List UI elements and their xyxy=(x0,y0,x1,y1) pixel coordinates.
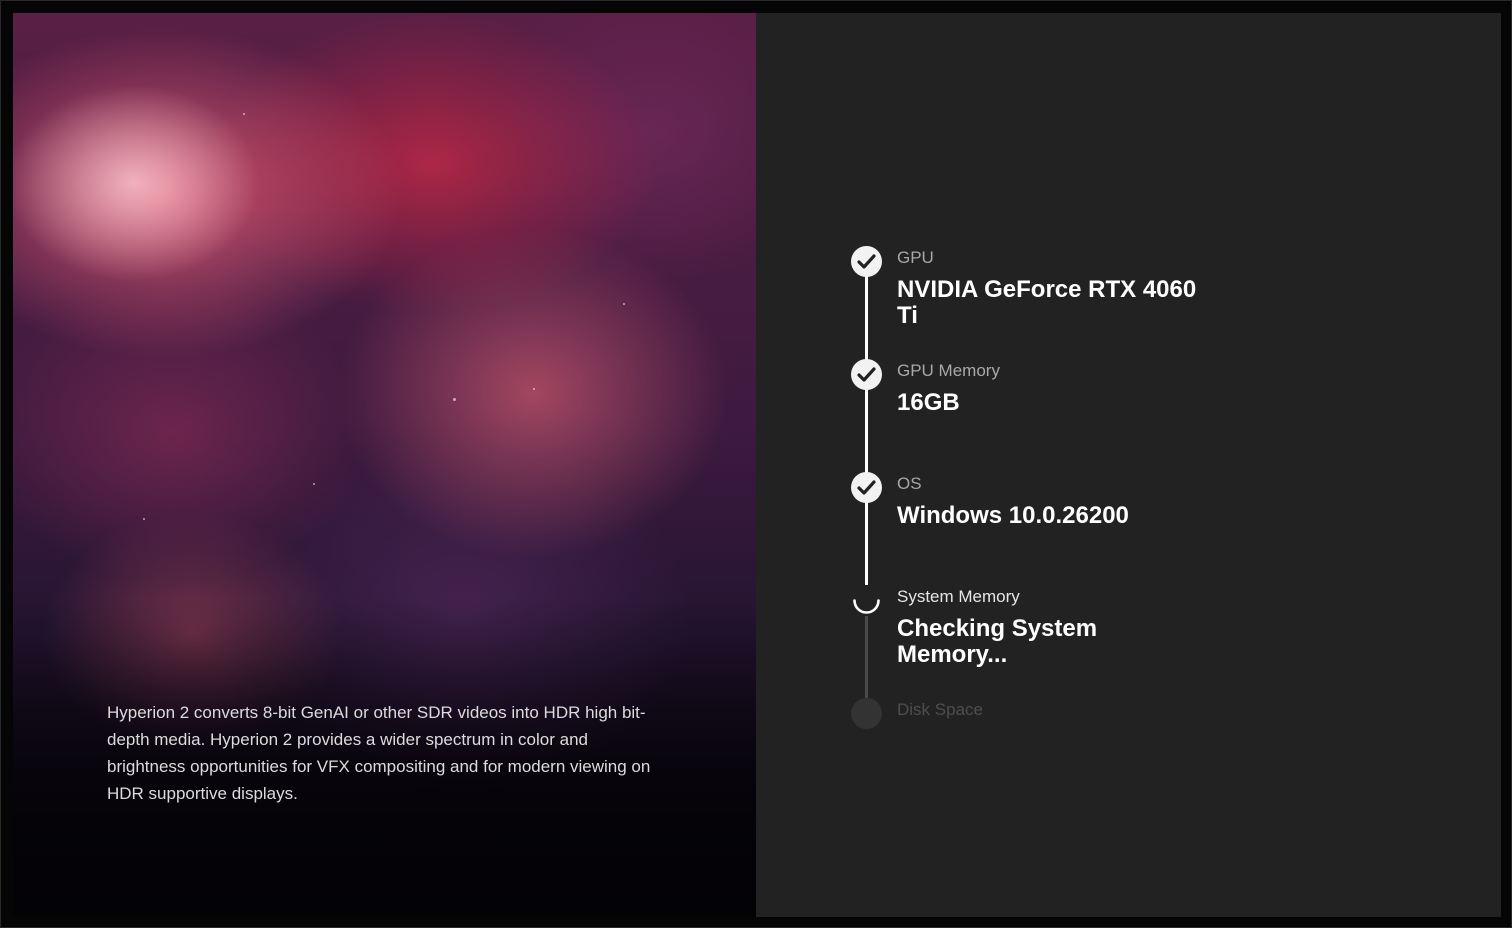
app-window: Hyperion 2 converts 8-bit GenAI or other… xyxy=(0,0,1512,928)
product-description: Hyperion 2 converts 8-bit GenAI or other… xyxy=(107,703,651,803)
step-connector-line xyxy=(865,261,868,374)
step-value: NVIDIA GeForce RTX 4060 Ti xyxy=(897,276,1197,329)
nebula-hero-image: Hyperion 2 converts 8-bit GenAI or other… xyxy=(13,13,756,917)
check-icon xyxy=(851,359,882,390)
star-sparkle xyxy=(453,398,456,401)
step-label: GPU Memory xyxy=(897,361,1000,380)
star-sparkle xyxy=(623,303,625,305)
pending-dot-icon xyxy=(851,698,882,729)
system-check-panel: GPU NVIDIA GeForce RTX 4060 Ti GPU Memor… xyxy=(756,13,1501,917)
step-label: OS xyxy=(897,474,922,493)
step-label: System Memory xyxy=(897,587,1020,606)
check-icon xyxy=(851,246,882,277)
system-check-steps: GPU NVIDIA GeForce RTX 4060 Ti GPU Memor… xyxy=(851,246,1451,746)
star-sparkle xyxy=(313,483,315,485)
step-value: Checking System Memory... xyxy=(897,615,1098,668)
spinner-icon xyxy=(851,585,882,616)
star-sparkle xyxy=(143,518,145,520)
step-value: Windows 10.0.26200 xyxy=(897,502,1129,529)
star-sparkle xyxy=(243,113,245,115)
step-value: 16GB xyxy=(897,389,960,416)
check-icon xyxy=(851,472,882,503)
step-label: Disk Space xyxy=(897,700,983,719)
step-label: GPU xyxy=(897,248,934,267)
step-connector-line xyxy=(865,374,868,487)
star-sparkle xyxy=(533,388,535,390)
